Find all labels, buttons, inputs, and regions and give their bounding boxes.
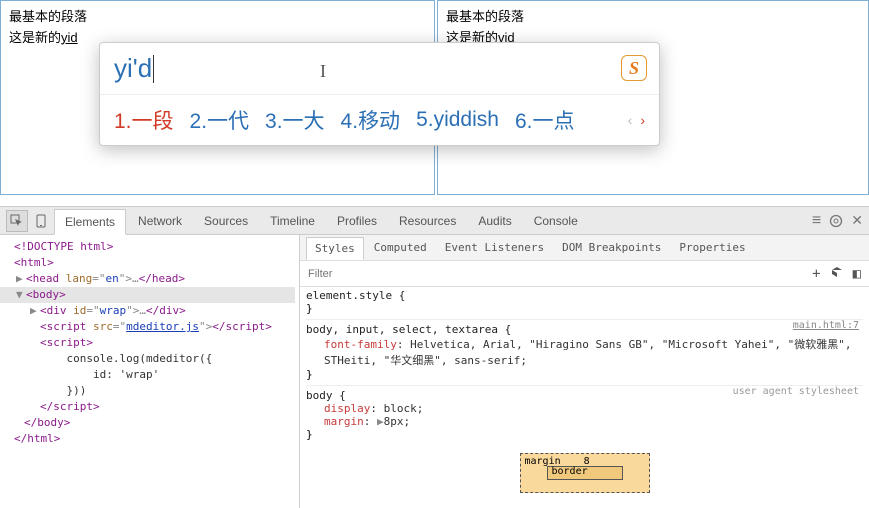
tab-console[interactable]: Console <box>524 209 588 233</box>
devtools-panel: Elements Network Sources Timeline Profil… <box>0 206 869 508</box>
styles-panel: Styles Computed Event Listeners DOM Brea… <box>300 235 869 508</box>
show-drawer-icon[interactable]: ≡ <box>812 212 821 230</box>
ime-caret <box>153 55 154 83</box>
rule-body-ua[interactable]: user agent stylesheet body { display: bl… <box>306 385 863 441</box>
styles-filter-input[interactable] <box>308 268 812 280</box>
tab-audits[interactable]: Audits <box>468 209 521 233</box>
tab-sources[interactable]: Sources <box>194 209 258 233</box>
source-link[interactable]: main.html:7 <box>793 320 859 331</box>
ime-candidates: 1.一段 2.一代 3.一大 4.移动 5.yiddish 6.一点 ‹ › <box>100 95 659 145</box>
ime-input-text: yi'd <box>114 53 152 84</box>
dom-tree[interactable]: <!DOCTYPE html> <html> ▶<head lang="en">… <box>0 235 300 508</box>
paragraph: 最基本的段落 <box>446 7 860 28</box>
ime-candidate-1[interactable]: 1.一段 <box>114 105 174 135</box>
ime-prev-page-icon[interactable]: ‹ <box>628 112 633 128</box>
paragraph: 最基本的段落 <box>9 7 426 28</box>
dom-node[interactable]: <!DOCTYPE html> <box>0 239 295 255</box>
tab-resources[interactable]: Resources <box>389 209 466 233</box>
ime-composition: yid <box>61 30 78 45</box>
dom-node-selected[interactable]: ▼<body> <box>0 287 295 303</box>
sogou-logo-icon: S <box>621 55 647 81</box>
tab-elements[interactable]: Elements <box>54 209 126 235</box>
ime-candidate-2[interactable]: 2.一代 <box>190 105 250 135</box>
dom-text[interactable]: })) <box>0 383 295 399</box>
dom-text[interactable]: console.log(mdeditor({ <box>0 351 295 367</box>
rule-element-style[interactable]: element.style { } <box>306 289 863 315</box>
dom-node[interactable]: </html> <box>0 431 295 447</box>
toggle-element-state-icon[interactable] <box>831 266 843 282</box>
ime-next-page-icon[interactable]: › <box>640 112 645 128</box>
dom-node[interactable]: <script src="mdeditor.js"></script> <box>0 319 295 335</box>
styles-rules: element.style { } main.html:7 body, inpu… <box>300 287 869 508</box>
dom-node[interactable]: <script> <box>0 335 295 351</box>
devtools-toolbar: Elements Network Sources Timeline Profil… <box>0 207 869 235</box>
tab-network[interactable]: Network <box>128 209 192 233</box>
text-cursor-icon: I <box>320 61 326 82</box>
ime-candidate-3[interactable]: 3.一大 <box>265 105 325 135</box>
expand-shorthand-icon[interactable]: ▶ <box>377 415 384 428</box>
tab-profiles[interactable]: Profiles <box>327 209 387 233</box>
animations-pane-icon[interactable]: ◧ <box>853 266 861 282</box>
new-style-rule-icon[interactable]: + <box>812 266 820 282</box>
inspect-element-icon[interactable] <box>6 210 28 232</box>
dom-text[interactable]: id: 'wrap' <box>0 367 295 383</box>
dom-node[interactable]: </script> <box>0 399 295 415</box>
subtab-styles[interactable]: Styles <box>306 237 364 260</box>
ime-candidate-4[interactable]: 4.移动 <box>341 105 401 135</box>
dom-node[interactable]: </body> <box>0 415 295 431</box>
tab-timeline[interactable]: Timeline <box>260 209 325 233</box>
devtools-settings-icon[interactable] <box>829 214 843 228</box>
rule-body-input[interactable]: main.html:7 body, input, select, textare… <box>306 319 863 381</box>
dom-node[interactable]: ▶<div id="wrap">…</div> <box>0 303 295 319</box>
subtab-properties[interactable]: Properties <box>671 237 753 258</box>
ime-candidate-6[interactable]: 6.一点 <box>515 105 575 135</box>
dom-node[interactable]: ▶<head lang="en">…</head> <box>0 271 295 287</box>
box-model: margin 8 border <box>306 445 863 493</box>
ime-candidate-5[interactable]: 5.yiddish <box>416 108 499 132</box>
subtab-event-listeners[interactable]: Event Listeners <box>437 237 552 258</box>
subtab-computed[interactable]: Computed <box>366 237 435 258</box>
box-border-label: border <box>552 466 588 477</box>
dom-node[interactable]: <html> <box>0 255 295 271</box>
devtools-close-icon[interactable]: ✕ <box>851 212 863 229</box>
subtab-dom-breakpoints[interactable]: DOM Breakpoints <box>554 237 669 258</box>
ime-popup: yi'd I S 1.一段 2.一代 3.一大 4.移动 5.yiddish 6… <box>99 42 660 146</box>
ua-stylesheet-label: user agent stylesheet <box>733 386 859 397</box>
device-mode-icon[interactable] <box>30 210 52 232</box>
